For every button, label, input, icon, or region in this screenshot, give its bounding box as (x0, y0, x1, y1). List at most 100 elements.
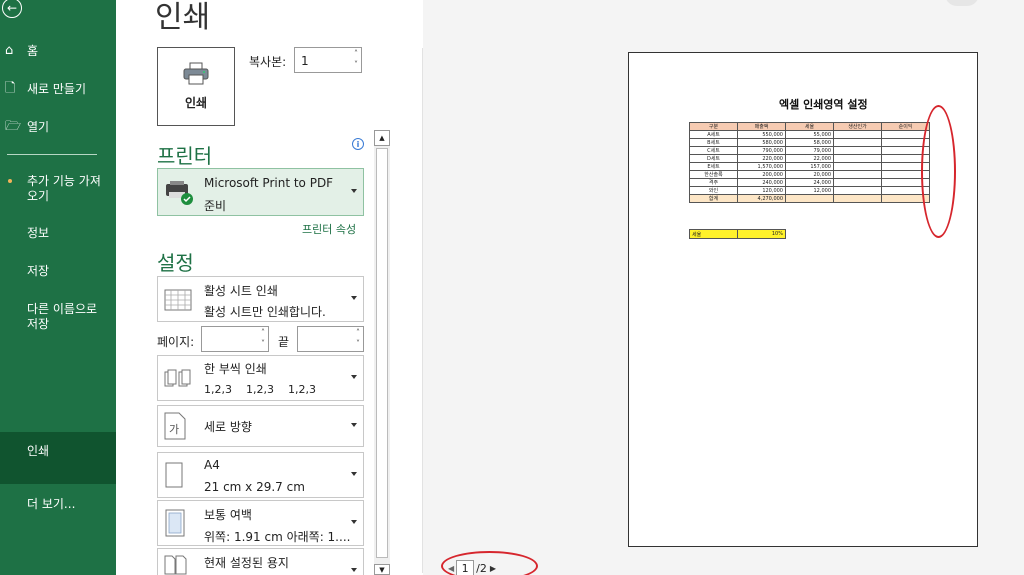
sidebar-item-more[interactable]: 더 보기... (0, 497, 116, 512)
printer-name: Microsoft Print to PDF (204, 176, 334, 190)
column-header: 세율 (785, 122, 834, 131)
print-scope-title: 활성 시트 인쇄 (204, 284, 278, 298)
paper-size-desc: 21 cm x 29.7 cm (204, 480, 305, 494)
table-cell: C세트 (689, 146, 738, 155)
margins-desc: 위쪽: 1.91 cm 아래쪽: 1.... (204, 530, 351, 544)
settings-scrollbar[interactable]: ▲ ▼ (374, 130, 390, 575)
table-cell: 격주 (689, 178, 738, 187)
spin-down-icon[interactable]: ˅ (356, 339, 360, 348)
table-row: B세트 580,000 58,000 (689, 138, 930, 147)
paper-size-dropdown[interactable]: A4 21 cm x 29.7 cm (157, 452, 364, 498)
table-cell: 240,000 (737, 178, 786, 187)
previous-page-icon[interactable]: ◀ (448, 564, 454, 573)
preview-table: 구분 매출액 세율 생산인가 순이익 A세트 550,000 55,000 B세트 5… (689, 122, 930, 203)
pages-to-input[interactable]: ˄ ˅ (297, 326, 364, 352)
table-row: 와인 120,000 12,000 (689, 186, 930, 195)
print-button[interactable]: 인쇄 (157, 47, 235, 126)
table-cell: B세트 (689, 138, 738, 147)
spin-up-icon[interactable]: ˄ (261, 328, 265, 337)
chevron-down-icon (351, 189, 357, 193)
table-cell: 580,000 (737, 138, 786, 147)
sidebar-item-print[interactable]: 인쇄 (0, 432, 116, 484)
table-cell: 12,000 (785, 186, 834, 195)
table-cell: 200,000 (737, 170, 786, 179)
scaling-dropdown[interactable]: 현재 설정된 용지 (157, 548, 364, 575)
scrollbar-thumb[interactable] (376, 148, 388, 558)
table-cell: 22,000 (785, 154, 834, 163)
folder-open-icon: 🗁 (5, 119, 22, 134)
copies-label: 복사본: (249, 55, 287, 69)
scaling-page-icon (164, 555, 187, 575)
margins-dropdown[interactable]: 보통 여백 위쪽: 1.91 cm 아래쪽: 1.... (157, 500, 364, 546)
printer-icon (183, 62, 209, 85)
collate-title: 한 부씩 인쇄 (204, 362, 267, 376)
portrait-page-icon: 가 (164, 412, 186, 440)
copies-input[interactable]: 1 ˄ ˅ (294, 47, 362, 73)
table-cell: 20,000 (785, 170, 834, 179)
table-row: C세트 790,000 79,000 (689, 146, 930, 155)
column-header: 매출액 (737, 122, 786, 131)
total-label: 합계 (689, 194, 738, 203)
sidebar-item-open[interactable]: 🗁 열기 (0, 120, 116, 135)
scaling-title: 현재 설정된 용지 (204, 556, 289, 570)
table-cell: A세트 (689, 130, 738, 139)
collate-dropdown[interactable]: 한 부씩 인쇄 1,2,3 1,2,3 1,2,3 (157, 355, 364, 401)
info-icon[interactable]: i (352, 138, 364, 150)
table-cell: E세트 (689, 162, 738, 171)
back-arrow-icon[interactable]: ← (2, 0, 22, 18)
table-cell: 한산솔록 (689, 170, 738, 179)
spin-up-icon[interactable]: ˄ (356, 328, 360, 337)
sidebar-item-save[interactable]: 저장 (0, 264, 116, 279)
backstage-sidebar: ← ⌂ 홈 🗋 새로 만들기 🗁 열기 추가 기능 가져오기 정보 저장 다른 … (0, 0, 116, 575)
collate-desc: 1,2,3 1,2,3 1,2,3 (204, 383, 316, 396)
panel-divider (422, 48, 423, 573)
pages-from-input[interactable]: ˄ ˅ (201, 326, 269, 352)
next-page-icon[interactable]: ▶ (490, 564, 496, 573)
printer-dropdown[interactable]: Microsoft Print to PDF 준비 (157, 168, 364, 216)
spin-down-icon[interactable]: ˅ (354, 60, 358, 69)
table-row: D세트 220,000 22,000 (689, 154, 930, 163)
new-document-icon: 🗋 (5, 81, 16, 96)
current-page-input[interactable]: 1 (456, 559, 475, 575)
print-scope-dropdown[interactable]: 활성 시트 인쇄 활성 시트만 인쇄합니다. (157, 276, 364, 322)
table-row: 격주 240,000 24,000 (689, 178, 930, 187)
tax-label: 세율 (689, 229, 738, 239)
chevron-down-icon (351, 568, 357, 572)
column-header: 생산인가 (833, 122, 882, 131)
table-total-row: 합계 4,270,000 (689, 194, 930, 203)
table-cell: 와인 (689, 186, 738, 195)
annotation-oval-right (921, 105, 956, 238)
sidebar-item-save-as[interactable]: 다른 이름으로 저장 (0, 302, 116, 332)
total-pages: /2 (476, 561, 487, 575)
home-icon: ⌂ (5, 43, 14, 58)
scroll-up-icon[interactable]: ▲ (374, 130, 390, 146)
margins-title: 보통 여백 (204, 508, 252, 522)
collate-icon (164, 369, 191, 387)
table-cell: 550,000 (737, 130, 786, 139)
sidebar-divider (7, 154, 97, 155)
printer-status: 준비 (204, 199, 227, 213)
sidebar-item-home[interactable]: ⌂ 홈 (0, 44, 116, 59)
sheet-title: 엑셀 인쇄영역 설정 (779, 98, 868, 111)
table-cell: 220,000 (737, 154, 786, 163)
table-cell: 58,000 (785, 138, 834, 147)
printer-properties-link[interactable]: 프린터 속성 (302, 221, 356, 237)
margins-icon (165, 509, 185, 537)
orientation-dropdown[interactable]: 가 세로 방향 (157, 405, 364, 447)
orientation-title: 세로 방향 (204, 420, 252, 434)
chevron-down-icon (351, 423, 357, 427)
pages-to-label: 끝 (278, 335, 290, 349)
table-cell: 790,000 (737, 146, 786, 155)
column-header: 순이익 (881, 122, 930, 131)
page-navigator: ◀ 1 /2 ▶ (448, 558, 496, 575)
sidebar-item-new[interactable]: 🗋 새로 만들기 (0, 82, 116, 97)
column-header: 구분 (689, 122, 738, 131)
spin-down-icon[interactable]: ˅ (261, 339, 265, 348)
sidebar-item-get-addins[interactable]: 추가 기능 가져오기 (0, 174, 116, 204)
table-row: E세트 1,570,000 157,000 (689, 162, 930, 171)
sidebar-item-info[interactable]: 정보 (0, 226, 116, 241)
printer-heading: 프린터 (157, 144, 213, 168)
spin-up-icon[interactable]: ˄ (354, 49, 358, 58)
tax-rate-table: 세율 10% (689, 229, 786, 239)
scroll-down-icon[interactable]: ▼ (374, 564, 390, 575)
